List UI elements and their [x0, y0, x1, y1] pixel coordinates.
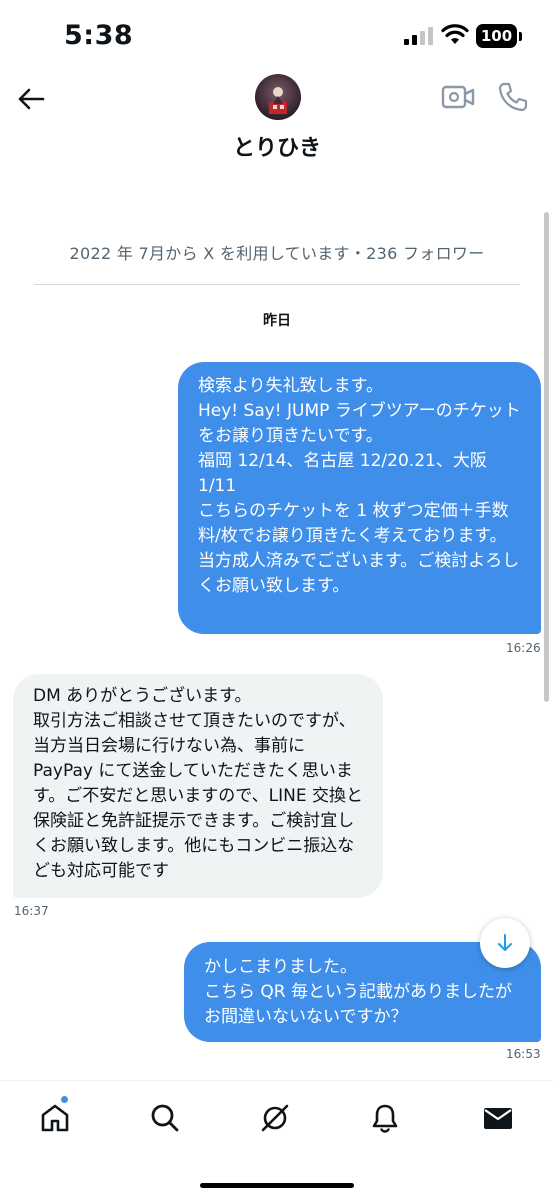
video-call-button[interactable]	[441, 82, 475, 112]
date-separator: 昨日	[263, 313, 291, 329]
nav-grok[interactable]	[258, 1101, 292, 1135]
arrow-left-icon	[18, 88, 45, 110]
arrow-down-icon	[498, 934, 512, 951]
envelope-icon	[484, 1108, 512, 1129]
contact-name[interactable]: とりひき	[0, 130, 554, 162]
profile-meta: 2022 年 7月から X を利用しています・236 フォロワー	[69, 244, 485, 263]
message-bubble-incoming[interactable]: DM ありがとうございます。 取引方法ご相談させて頂きたいのですが、当方当日会場…	[13, 674, 383, 898]
message-timestamp: 16:26	[506, 641, 541, 655]
message-bubble-outgoing[interactable]: 検索より失礼致します。 Hey! Say! JUMP ライブツアーのチケットをお…	[178, 362, 541, 634]
message-timestamp: 16:37	[14, 904, 49, 918]
video-camera-icon	[441, 85, 475, 109]
scroll-to-bottom-button[interactable]	[480, 918, 530, 968]
battery-tip	[519, 32, 522, 41]
divider	[34, 284, 520, 285]
bell-icon	[372, 1104, 398, 1133]
status-time: 5:38	[64, 20, 134, 51]
wifi-icon	[441, 24, 469, 44]
status-bar: 5:38 100	[0, 0, 554, 72]
scrollbar[interactable]	[544, 212, 549, 702]
avatar-image	[255, 74, 301, 120]
back-button[interactable]	[14, 82, 48, 116]
nav-notifications[interactable]	[368, 1101, 402, 1135]
message-timestamp: 16:53	[506, 1047, 541, 1061]
search-icon	[151, 1104, 179, 1132]
cellular-signal-icon	[404, 27, 433, 45]
nav-messages[interactable]	[481, 1101, 515, 1135]
phone-icon	[498, 82, 528, 112]
avatar[interactable]	[255, 74, 301, 120]
home-indicator[interactable]	[200, 1183, 354, 1188]
notification-dot	[60, 1095, 69, 1104]
bottom-nav	[0, 1080, 554, 1200]
battery-indicator: 100	[476, 24, 517, 48]
grok-icon	[261, 1104, 289, 1132]
home-icon	[41, 1104, 69, 1132]
voice-call-button[interactable]	[497, 81, 529, 113]
nav-home[interactable]	[38, 1101, 72, 1135]
nav-search[interactable]	[148, 1101, 182, 1135]
